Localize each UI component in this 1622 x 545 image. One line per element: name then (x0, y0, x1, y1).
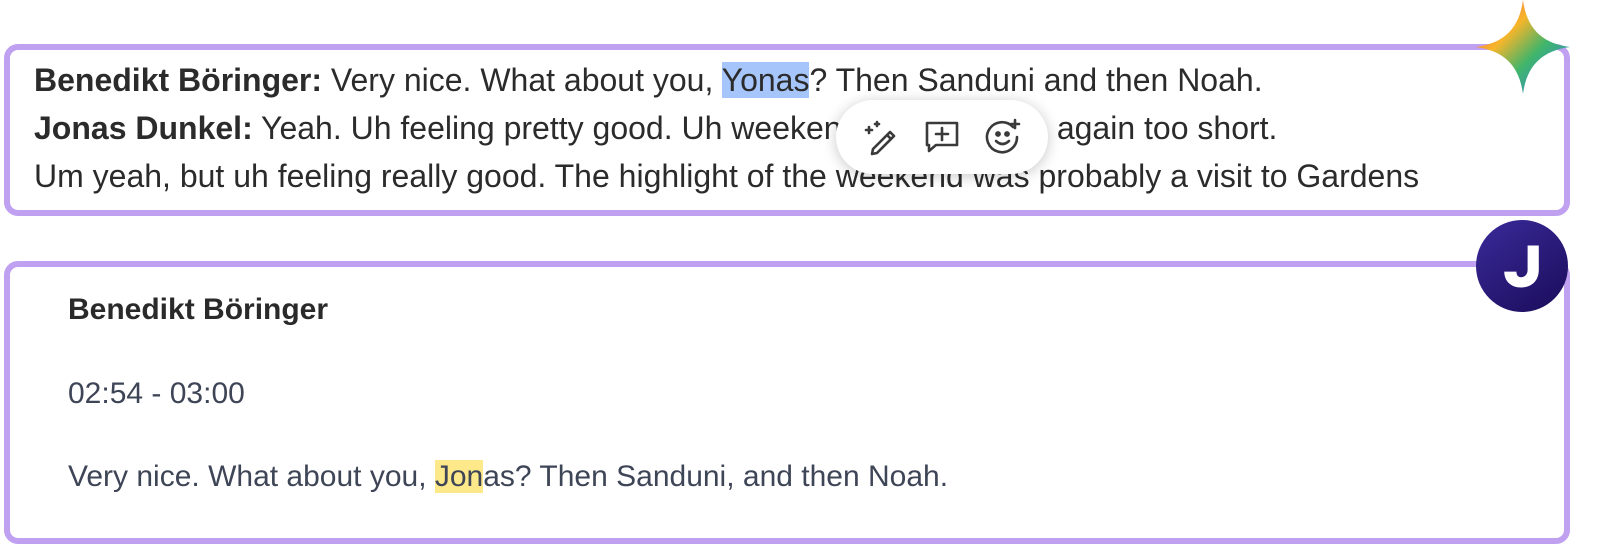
selection-toolbar (836, 100, 1048, 174)
jamie-logo-icon (1476, 220, 1568, 312)
line-text: Yeah. Uh feeling pretty good. Uh weekend… (252, 110, 1278, 146)
line-text: Um yeah, but uh feeling really good. The… (34, 158, 1420, 194)
transcript-panel: Benedikt Böringer: Very nice. What about… (4, 44, 1570, 216)
segment-panel: Benedikt Böringer 02:54 - 03:00 Very nic… (4, 261, 1570, 544)
segment-text-rest: as? Then Sanduni, and then Noah. (483, 460, 949, 493)
line-text: Very nice. What about you, (322, 62, 722, 98)
segment-speaker: Benedikt Böringer (68, 293, 329, 326)
transcript-line: Jonas Dunkel: Yeah. Uh feeling pretty go… (34, 104, 1538, 152)
transcript-line: Benedikt Böringer: Very nice. What about… (34, 56, 1538, 104)
selected-text[interactable]: Yonas (721, 62, 810, 98)
line-text: ? Then Sanduni and then Noah. (809, 62, 1263, 98)
search-match-highlight: Jon (434, 460, 484, 493)
speaker-label: Benedikt Böringer: (34, 62, 323, 98)
speaker-label: Jonas Dunkel: (34, 110, 253, 146)
segment-text: Very nice. What about you, Jonas? Then S… (68, 460, 948, 494)
segment-time-range: 02:54 - 03:00 (68, 377, 245, 410)
transcript-text[interactable]: Benedikt Böringer: Very nice. What about… (34, 56, 1538, 200)
add-emoji-icon[interactable] (981, 115, 1025, 159)
transcript-line: Um yeah, but uh feeling really good. The… (34, 152, 1538, 200)
segment-text-prefix: Very nice. What about you, (68, 460, 435, 493)
gemini-sparkle-icon (1476, 0, 1570, 94)
magic-pen-icon[interactable] (859, 115, 903, 159)
add-comment-icon[interactable] (920, 115, 964, 159)
